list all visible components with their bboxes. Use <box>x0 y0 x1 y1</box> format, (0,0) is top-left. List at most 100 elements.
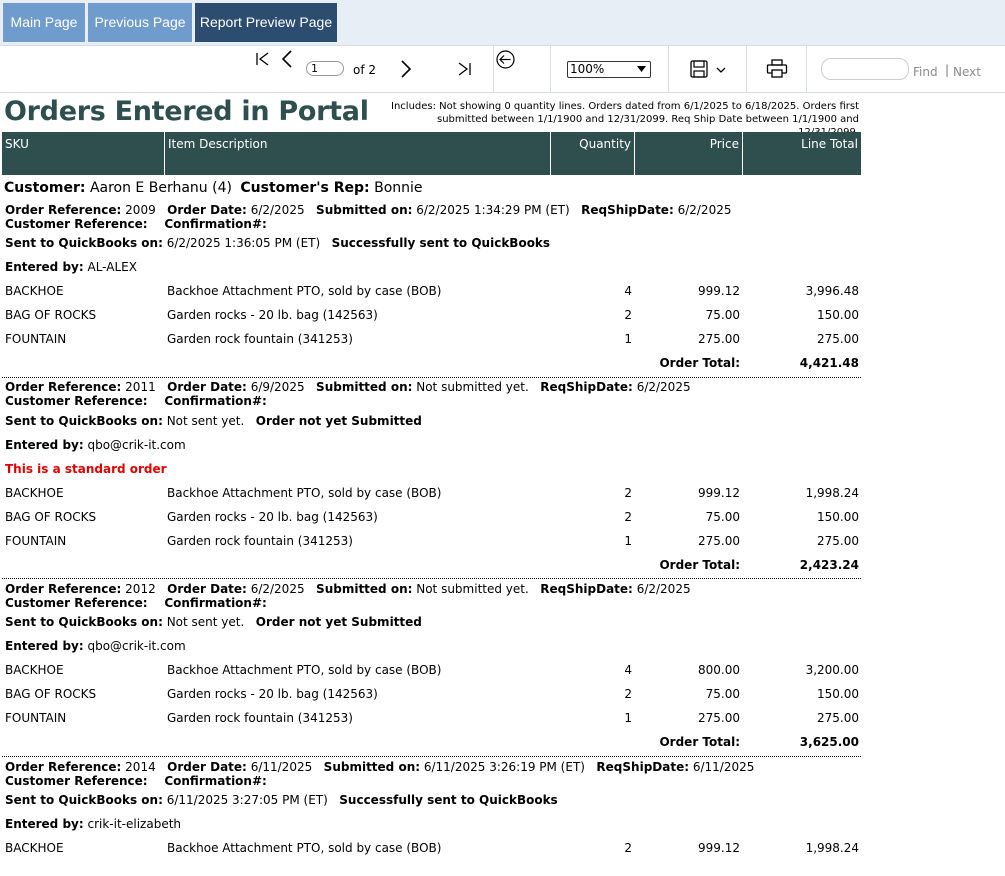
line-price: 800.00 <box>698 663 740 677</box>
last-page-icon[interactable] <box>456 60 474 78</box>
line-price: 275.00 <box>698 534 740 548</box>
line-sku: BACKHOE <box>5 841 64 855</box>
line-qty: 2 <box>624 841 632 855</box>
entered-by-line: Entered by: AL-ALEX <box>5 260 137 274</box>
order-ref-label: Order Reference: <box>5 582 122 596</box>
find-link[interactable]: Find <box>913 65 938 79</box>
customer-value: Aaron E Berhanu (4) <box>89 180 232 196</box>
find-input[interactable] <box>821 58 909 80</box>
order-ref-label: Order Reference: <box>5 760 122 774</box>
line-sku: BACKHOE <box>5 284 64 298</box>
order-info-line: Order Reference: 2011 Order Date: 6/9/20… <box>5 380 691 394</box>
line-price: 75.00 <box>705 308 740 322</box>
order-info-line: Order Reference: 2014 Order Date: 6/11/2… <box>5 760 754 774</box>
line-desc: Garden rocks - 20 lb. bag (142563) <box>167 308 378 322</box>
order-date-label: Order Date: <box>167 203 247 217</box>
toolbar-separator <box>806 46 807 93</box>
previous-page-button[interactable]: Previous Page <box>88 3 192 42</box>
line-desc: Garden rocks - 20 lb. bag (142563) <box>167 510 378 524</box>
customer-reference-line: Customer Reference: Confirmation#: <box>5 394 267 408</box>
report-toolbar: 1 of 2 100% Find | Next <box>0 45 1005 93</box>
toolbar-separator <box>493 46 494 93</box>
col-header-line-total: Line Total <box>801 137 858 151</box>
cust-ref-label: Customer Reference: <box>5 774 148 788</box>
reqship-label: ReqShipDate: <box>540 380 633 394</box>
order-ref-value: 2011 <box>125 380 156 394</box>
order-date-value: 6/9/2025 <box>250 380 305 394</box>
line-sku: BAG OF ROCKS <box>5 308 97 322</box>
line-qty: 2 <box>624 510 632 524</box>
order-total-value: 3,625.00 <box>799 735 859 749</box>
reqship-value: 6/11/2025 <box>692 760 755 774</box>
header-divider <box>550 132 551 175</box>
line-sku: BAG OF ROCKS <box>5 687 97 701</box>
order-date-label: Order Date: <box>167 760 247 774</box>
submitted-value: 6/2/2025 1:34:29 PM (ET) <box>416 203 570 217</box>
line-qty: 2 <box>624 687 632 701</box>
line-price: 75.00 <box>705 510 740 524</box>
qb-status: Successfully sent to QuickBooks <box>339 793 558 807</box>
sent-quickbooks-line: Sent to QuickBooks on: 6/2/2025 1:36:05 … <box>5 236 550 250</box>
sent-qb-value: Not sent yet. <box>166 615 245 629</box>
rep-label: Customer's Rep: <box>240 180 370 196</box>
toolbar-separator <box>746 46 747 93</box>
cust-ref-label: Customer Reference: <box>5 217 148 231</box>
line-desc: Backhoe Attachment PTO, sold by case (BO… <box>167 663 442 677</box>
entered-by-label: Entered by: <box>5 817 84 831</box>
print-icon[interactable] <box>766 59 788 79</box>
line-sku: BAG OF ROCKS <box>5 510 97 524</box>
line-qty: 1 <box>624 534 632 548</box>
order-date-label: Order Date: <box>167 582 247 596</box>
line-total: 150.00 <box>817 687 859 701</box>
line-sku: FOUNTAIN <box>5 711 67 725</box>
qb-status: Order not yet Submitted <box>255 615 422 629</box>
order-date-value: 6/2/2025 <box>250 582 305 596</box>
sent-qb-label: Sent to QuickBooks on: <box>5 615 163 629</box>
entered-by-label: Entered by: <box>5 639 84 653</box>
save-export-icon[interactable] <box>689 60 729 80</box>
page-number-input[interactable]: 1 <box>306 61 344 76</box>
zoom-select[interactable]: 100% <box>567 61 651 78</box>
qb-status: Successfully sent to QuickBooks <box>331 236 551 250</box>
line-sku: BACKHOE <box>5 486 64 500</box>
main-page-button[interactable]: Main Page <box>3 3 85 42</box>
line-price: 999.12 <box>698 486 740 500</box>
order-date-label: Order Date: <box>167 380 247 394</box>
submitted-label: Submitted on: <box>316 380 413 394</box>
line-desc: Garden rocks - 20 lb. bag (142563) <box>167 687 378 701</box>
line-sku: FOUNTAIN <box>5 534 67 548</box>
line-desc: Backhoe Attachment PTO, sold by case (BO… <box>167 841 442 855</box>
sent-qb-label: Sent to QuickBooks on: <box>5 236 163 250</box>
back-to-parent-icon[interactable] <box>495 49 516 70</box>
submitted-value: Not submitted yet. <box>416 380 529 394</box>
header-divider <box>164 132 165 175</box>
report-title: Orders Entered in Portal <box>4 96 369 127</box>
line-price: 275.00 <box>698 711 740 725</box>
report-preview-page-button[interactable]: Report Preview Page <box>195 3 337 42</box>
zoom-value: 100% <box>570 62 605 76</box>
sent-quickbooks-line: Sent to QuickBooks on: Not sent yet. Ord… <box>5 615 422 629</box>
sent-qb-label: Sent to QuickBooks on: <box>5 793 163 807</box>
previous-page-icon[interactable] <box>280 48 294 70</box>
find-next-link[interactable]: Next <box>953 65 981 79</box>
order-ref-value: 2012 <box>125 582 156 596</box>
line-qty: 1 <box>624 332 632 346</box>
line-total: 275.00 <box>817 332 859 346</box>
line-qty: 2 <box>624 308 632 322</box>
line-sku: BACKHOE <box>5 663 64 677</box>
sent-qb-value: 6/2/2025 1:36:05 PM (ET) <box>166 236 321 250</box>
entered-by-value: qbo@crik-it.com <box>87 639 186 653</box>
entered-by-label: Entered by: <box>5 260 84 274</box>
order-ref-label: Order Reference: <box>5 380 122 394</box>
line-qty: 2 <box>624 486 632 500</box>
confirmation-label: Confirmation#: <box>164 596 267 610</box>
first-page-icon[interactable] <box>254 50 272 68</box>
line-total: 275.00 <box>817 711 859 725</box>
line-desc: Garden rock fountain (341253) <box>167 332 353 346</box>
entered-by-label: Entered by: <box>5 438 84 452</box>
next-page-icon[interactable] <box>399 58 413 80</box>
reqship-label: ReqShipDate: <box>581 203 674 217</box>
sent-qb-value: 6/11/2025 3:27:05 PM (ET) <box>166 793 328 807</box>
line-total: 275.00 <box>817 534 859 548</box>
confirmation-label: Confirmation#: <box>164 394 267 408</box>
